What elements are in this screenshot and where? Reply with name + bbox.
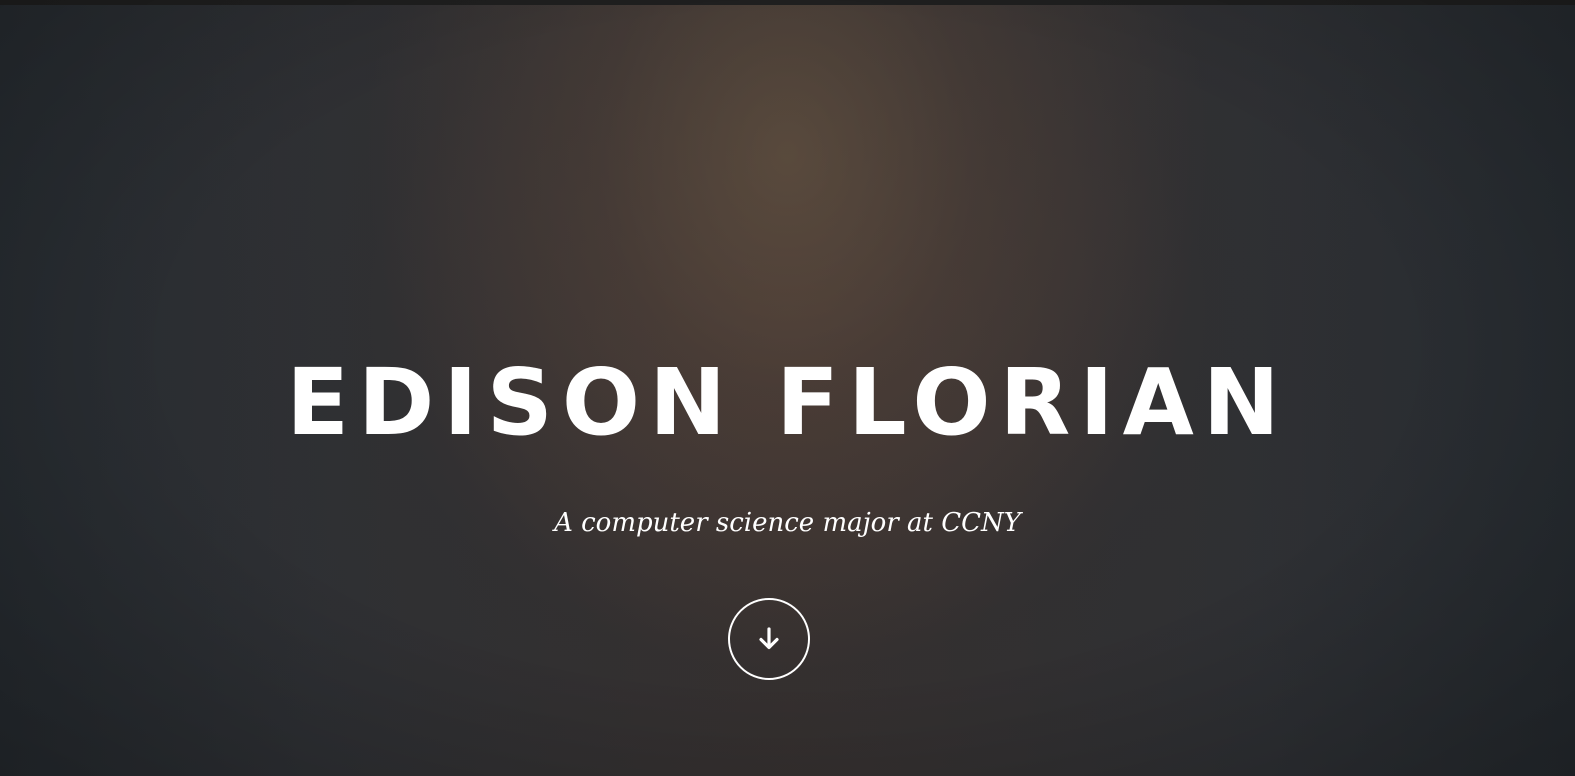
hero-section: EDISON FLORIAN A computer science major … [0, 0, 1575, 776]
hero-subtitle: A computer science major at CCNY [554, 508, 1021, 538]
arrow-down-icon [756, 626, 782, 652]
scroll-down-button[interactable] [728, 598, 810, 680]
page: EDISON FLORIAN A computer science major … [0, 0, 1575, 776]
hero-title: EDISON FLORIAN [286, 349, 1289, 456]
